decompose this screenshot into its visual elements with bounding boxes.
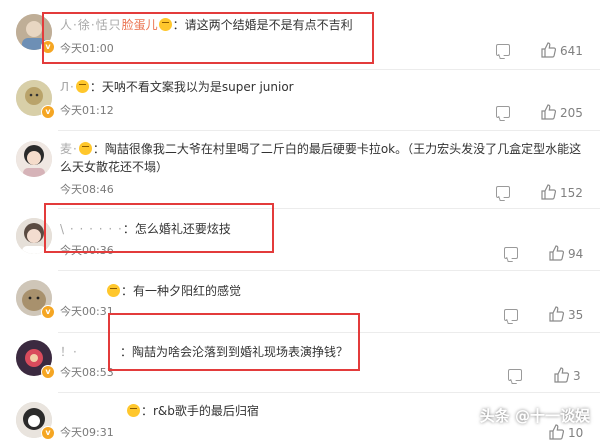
divider <box>58 69 600 70</box>
username[interactable]: ！· <box>60 343 120 361</box>
avatar[interactable] <box>16 141 52 177</box>
divider <box>58 392 600 393</box>
reply-icon[interactable] <box>504 247 518 259</box>
verified-badge-icon: v <box>41 426 55 440</box>
divider <box>58 130 600 131</box>
divider <box>58 270 600 271</box>
emoji-icon <box>78 142 92 155</box>
like-button[interactable]: 35 <box>548 306 583 322</box>
reply-icon[interactable] <box>508 369 522 381</box>
like-button[interactable]: 641 <box>540 42 583 58</box>
like-count: 3 <box>573 369 581 383</box>
like-count: 641 <box>560 44 583 58</box>
watermark: 头条 @十一谈娱 <box>479 407 590 425</box>
like-button[interactable]: 3 <box>553 367 581 383</box>
username[interactable]: 麦· <box>60 142 78 156</box>
thumbs-up-icon <box>549 245 565 261</box>
comment-time: 今天00:31 <box>60 305 114 318</box>
thumbs-up-icon <box>554 367 570 383</box>
comment-time: 今天08:46 <box>60 183 114 196</box>
like-button[interactable]: 10 <box>548 424 583 440</box>
divider <box>58 208 600 209</box>
thumbs-up-icon <box>541 42 557 58</box>
comment-text: \ · · · · · ·：怎么婚礼还要炫技 <box>60 220 586 238</box>
comment-time: 今天08:53 <box>60 366 114 379</box>
reply-icon[interactable] <box>496 106 510 118</box>
comment-text: 麦· ：陶喆很像我二大爷在村里喝了二斤白的最后硬要卡拉ok。（王力宏头发没了几盒定… <box>60 140 586 176</box>
verified-badge-icon: v <box>41 40 55 54</box>
comment-text: ！· ：陶喆为啥会沦落到到婚礼现场表演挣钱？ <box>60 343 586 361</box>
comment-time: 今天09:31 <box>60 426 114 439</box>
comment-time: 今天01:00 <box>60 42 114 55</box>
comment-body: ：r&b歌手的最后归宿 <box>141 404 259 418</box>
like-count: 205 <box>560 106 583 120</box>
comment-text: 人·徐·恬只脸蛋儿 ：请这两个结婚是不是有点不吉利 <box>60 16 586 34</box>
like-button[interactable]: 94 <box>548 245 583 261</box>
verified-badge-icon: v <box>41 365 55 379</box>
comment-body: ：有一种夕阳红的感觉 <box>121 284 242 298</box>
like-button[interactable]: 152 <box>540 184 583 200</box>
emoji-icon <box>158 18 172 31</box>
comment-body: ：请这两个结婚是不是有点不吉利 <box>172 18 353 32</box>
verified-badge-icon: v <box>41 105 55 119</box>
comment-body: ：怎么婚礼还要炫技 <box>122 222 231 236</box>
highlight-box <box>108 313 360 371</box>
comment-text: ：有一种夕阳红的感觉 <box>60 282 586 300</box>
username[interactable]: Л· <box>60 80 75 94</box>
emoji-icon <box>75 80 89 93</box>
like-count: 94 <box>568 247 584 261</box>
reply-icon[interactable] <box>504 309 518 321</box>
like-count: 35 <box>568 308 584 322</box>
emoji-icon <box>107 284 120 297</box>
emoji-icon <box>127 404 140 417</box>
verified-badge-icon: v <box>41 305 55 319</box>
comment-time: 今天01:12 <box>60 104 114 117</box>
username[interactable]: 人·徐·恬只 <box>60 18 122 32</box>
like-count: 152 <box>560 186 583 200</box>
comment-body: ：陶喆为啥会沦落到到婚礼现场表演挣钱？ <box>120 345 349 359</box>
reply-icon[interactable] <box>496 186 510 198</box>
username[interactable]: \ · · · · · · <box>60 222 123 236</box>
thumbs-up-icon <box>549 424 565 440</box>
comment-body: ：天呐不看文案我以为是super junior <box>89 80 294 94</box>
thumbs-up-icon <box>541 184 557 200</box>
thumbs-up-icon <box>541 104 557 120</box>
like-count: 10 <box>568 426 584 440</box>
username-suffix[interactable]: 脸蛋儿 <box>122 18 158 32</box>
comment-text: Л· ：天呐不看文案我以为是super junior <box>60 78 586 96</box>
comment-time: 今天00:36 <box>60 244 114 257</box>
avatar[interactable] <box>16 218 52 254</box>
comment-body: ：陶喆很像我二大爷在村里喝了二斤白的最后硬要卡拉ok。（王力宏头发没了几盒定型水… <box>60 142 582 174</box>
like-button[interactable]: 205 <box>540 104 583 120</box>
thumbs-up-icon <box>549 306 565 322</box>
divider <box>58 332 600 333</box>
reply-icon[interactable] <box>496 44 510 56</box>
